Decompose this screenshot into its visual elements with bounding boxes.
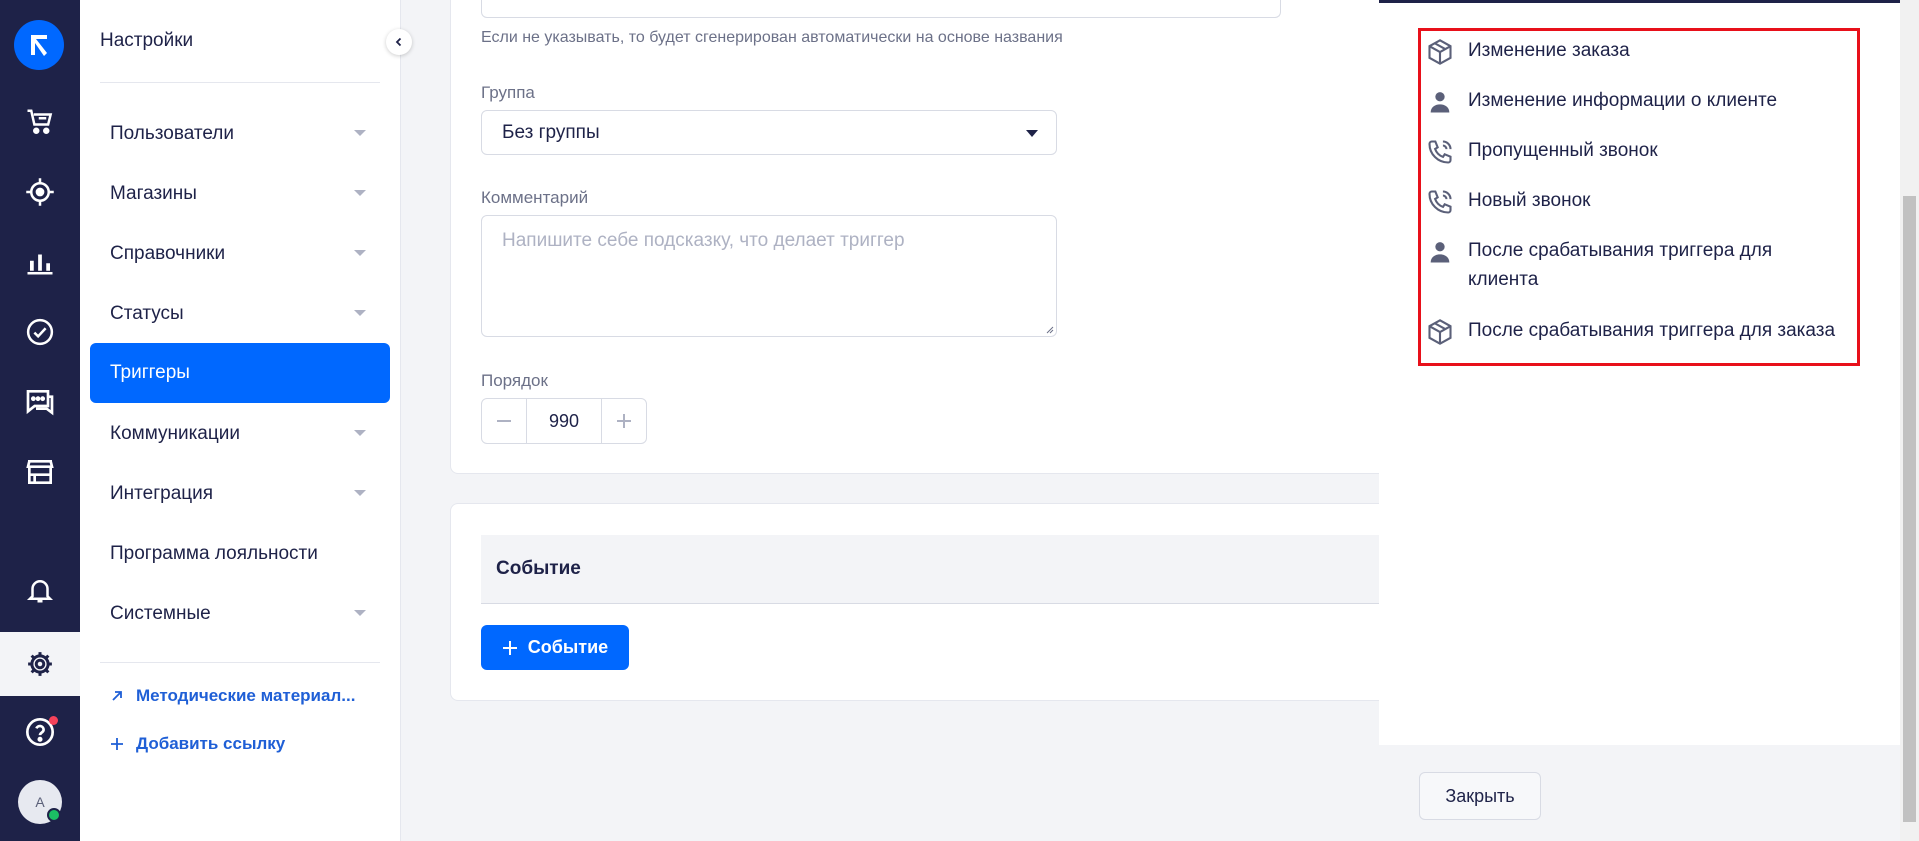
events-column-title: Событие [496,558,581,579]
add-event-button[interactable]: Событие [481,625,629,670]
minus-icon [497,420,511,422]
cart-icon[interactable] [0,92,80,152]
decrement-button[interactable] [482,399,526,443]
sidebar-item-label: Программа лояльности [110,543,318,564]
box-icon [1428,39,1452,65]
group-select-value: Без группы [502,121,600,143]
chevron-left-icon [395,37,402,47]
slug-input[interactable]: izmenenie-zakaza [481,0,1281,18]
scrollbar[interactable] [1900,0,1919,841]
close-button-label: Закрыть [1445,785,1515,806]
slug-input-value: izmenenie-zakaza [502,0,647,2]
analytics-icon[interactable] [0,232,80,292]
event-option-label: Изменение информации о клиенте [1468,90,1778,111]
sidebar-item-directories[interactable]: Справочники [90,224,390,284]
event-option-label: После срабатывания триггера для заказа [1468,320,1836,341]
notification-dot [49,716,58,725]
event-option-missed-call[interactable]: Пропущенный звонок [1426,136,1856,166]
check-circle-icon[interactable] [0,302,80,362]
sidebar-item-statuses[interactable]: Статусы [90,284,390,344]
chevron-down-icon [354,610,366,616]
chevron-down-icon [1026,130,1038,137]
event-option-label: После срабатывания триггера для клиента [1468,240,1773,290]
sidebar-item-loyalty[interactable]: Программа лояльности [90,524,390,584]
target-icon[interactable] [0,162,80,222]
person-icon [1430,242,1450,263]
chevron-down-icon [354,190,366,196]
chat-icon[interactable] [0,372,80,432]
sidebar-item-label: Триггеры [110,362,190,383]
order-stepper: 990 [481,398,647,444]
chevron-down-icon [354,490,366,496]
sidebar-item-label: Системные [110,603,211,624]
events-table-header: Событие [481,535,1381,604]
chevron-down-icon [354,430,366,436]
sidebar-item-system[interactable]: Системные [90,584,390,644]
sidebar-title: Настройки [100,30,194,51]
online-status-dot [47,808,61,822]
group-select[interactable]: Без группы [481,110,1057,155]
sidebar-item-label: Статусы [110,303,184,324]
event-option-label: Изменение заказа [1468,40,1630,61]
increment-button[interactable] [602,399,646,443]
sidebar-item-label: Интеграция [110,483,214,504]
phone-call-icon [1428,190,1452,214]
divider [100,662,380,663]
add-link-button[interactable]: Добавить ссылку [110,734,285,754]
event-option-after-customer-trigger[interactable]: После срабатывания триггера для клиента [1426,236,1826,294]
order-label: Порядок [481,371,548,390]
sidebar-item-users[interactable]: Пользователи [90,104,390,164]
comment-label: Комментарий [481,188,589,207]
event-option-order-change[interactable]: Изменение заказа [1426,36,1856,66]
chevron-down-icon [354,250,366,256]
close-button[interactable]: Закрыть [1419,772,1541,820]
person-icon [1430,92,1450,113]
comment-textarea[interactable]: Напишите себе подсказку, что делает триг… [481,215,1057,337]
logo-icon[interactable] [14,20,64,70]
help-icon[interactable] [0,702,80,762]
order-value[interactable]: 990 [526,399,602,443]
gear-icon[interactable] [0,632,80,696]
scrollbar-thumb[interactable] [1903,196,1916,822]
phone-call-icon [1428,140,1452,164]
box-icon [1428,319,1452,345]
top-bar-edge [1379,0,1919,3]
sidebar-item-triggers[interactable]: Триггеры [90,343,390,403]
add-event-label: Событие [527,637,609,657]
store-icon[interactable] [0,442,80,502]
sidebar-item-label: Справочники [110,243,226,264]
link-label: Методические материал... [136,686,356,705]
chevron-down-icon [354,130,366,136]
methodical-materials-link[interactable]: Методические материал... [110,686,355,706]
sidebar-item-communications[interactable]: Коммуникации [90,404,390,464]
avatar[interactable]: A [18,780,62,824]
event-option-label: Пропущенный звонок [1468,140,1658,161]
avatar-initial: A [35,794,45,810]
event-option-label: Новый звонок [1468,190,1591,211]
plus-icon [617,414,631,428]
divider [100,82,380,83]
plus-icon [111,738,123,750]
link-label: Добавить ссылку [136,734,286,753]
icon-rail: A [0,0,80,841]
sidebar-item-label: Коммуникации [110,423,240,444]
chevron-down-icon [354,310,366,316]
settings-sidebar: Настройки Пользователи Магазины Справочн… [80,0,401,841]
event-option-after-order-trigger[interactable]: После срабатывания триггера для заказа [1426,316,1856,346]
slug-hint: Если не указывать, то будет сгенерирован… [481,29,1063,46]
event-option-new-call[interactable]: Новый звонок [1426,186,1856,216]
sidebar-item-label: Пользователи [110,123,235,144]
plus-icon [502,640,517,655]
sidebar-item-integration[interactable]: Интеграция [90,464,390,524]
sidebar-item-stores[interactable]: Магазины [90,164,390,224]
event-option-customer-change[interactable]: Изменение информации о клиенте [1426,86,1856,116]
arrow-up-right-icon [112,691,122,701]
bell-icon[interactable] [0,560,80,620]
sidebar-item-label: Магазины [110,183,197,204]
collapse-sidebar-button[interactable] [386,29,412,55]
resize-grip-icon[interactable] [1044,324,1054,334]
group-label: Группа [481,83,535,102]
comment-placeholder: Напишите себе подсказку, что делает триг… [502,230,905,251]
